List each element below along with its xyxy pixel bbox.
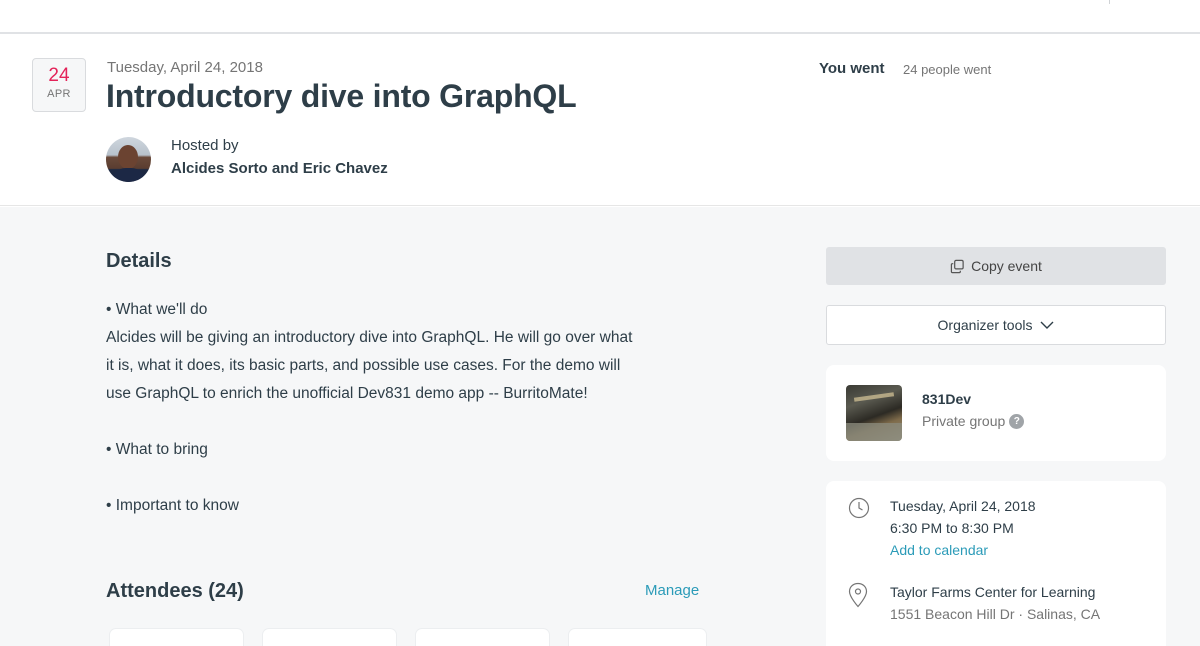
group-card[interactable]: 831Dev Private group ? xyxy=(826,365,1166,461)
important-heading: • Important to know xyxy=(106,497,239,514)
description-line: use GraphQL to enrich the unofficial Dev… xyxy=(106,385,588,402)
attendees-heading: Attendees (24) xyxy=(106,580,244,602)
group-photo[interactable] xyxy=(846,385,902,441)
attendee-card[interactable] xyxy=(263,629,396,646)
photo-floor xyxy=(846,423,902,441)
event-date: Tuesday, April 24, 2018 xyxy=(107,59,263,76)
venue-address: 1551 Beacon Hill Dr · Salinas, CA xyxy=(890,606,1101,622)
date-badge-month: APR xyxy=(47,88,71,100)
group-type-label: Private group xyxy=(922,413,1006,429)
event-info-time: 6:30 PM to 8:30 PM xyxy=(890,520,1014,536)
photo-light-strip xyxy=(853,392,895,402)
attendee-card[interactable] xyxy=(569,629,706,646)
copy-icon xyxy=(950,259,964,273)
event-header: 24 APR Tuesday, April 24, 2018 Introduct… xyxy=(0,34,1200,206)
organizer-tools-label: Organizer tools xyxy=(937,317,1033,333)
rsvp-count[interactable]: 24 people went xyxy=(903,62,991,77)
main-content: Details • What we'll do Alcides will be … xyxy=(0,207,1200,646)
group-type: Private group ? xyxy=(922,413,1025,429)
date-badge-day: 24 xyxy=(48,65,70,86)
date-badge: 24 APR xyxy=(32,58,86,112)
help-icon[interactable]: ? xyxy=(1009,413,1025,429)
event-info-card: Tuesday, April 24, 2018 6:30 PM to 8:30 … xyxy=(826,481,1166,646)
host-avatar[interactable] xyxy=(106,137,151,182)
group-name[interactable]: 831Dev xyxy=(922,391,971,407)
description-line: it is, what it does, its basic parts, an… xyxy=(106,357,621,374)
event-info-date: Tuesday, April 24, 2018 xyxy=(890,498,1036,514)
description-line: Alcides will be giving an introductory d… xyxy=(106,329,633,346)
add-to-calendar-link[interactable]: Add to calendar xyxy=(890,542,988,558)
event-title: Introductory dive into GraphQL xyxy=(106,78,577,114)
location-pin-icon xyxy=(848,582,868,608)
details-body: • What we'll do Alcides will be giving a… xyxy=(106,296,716,520)
attendee-card[interactable] xyxy=(416,629,549,646)
venue-name[interactable]: Taylor Farms Center for Learning xyxy=(890,584,1095,600)
copy-event-button[interactable]: Copy event xyxy=(826,247,1166,285)
details-heading: Details xyxy=(106,250,172,272)
rsvp-status: You went xyxy=(819,60,885,77)
nav-divider xyxy=(1109,0,1110,4)
chevron-down-icon xyxy=(1040,321,1054,329)
top-nav-bar xyxy=(0,0,1200,34)
what-we-do-heading: • What we'll do xyxy=(106,301,208,318)
attendee-card[interactable] xyxy=(110,629,243,646)
hosted-by-label: Hosted by xyxy=(171,137,239,154)
avatar-face xyxy=(118,145,138,169)
host-names[interactable]: Alcides Sorto and Eric Chavez xyxy=(171,160,388,177)
clock-icon xyxy=(848,497,870,519)
organizer-tools-button[interactable]: Organizer tools xyxy=(826,305,1166,345)
what-to-bring-heading: • What to bring xyxy=(106,441,208,458)
manage-attendees-link[interactable]: Manage xyxy=(645,582,699,599)
avatar-shirt xyxy=(110,168,147,182)
copy-event-label: Copy event xyxy=(971,258,1042,274)
